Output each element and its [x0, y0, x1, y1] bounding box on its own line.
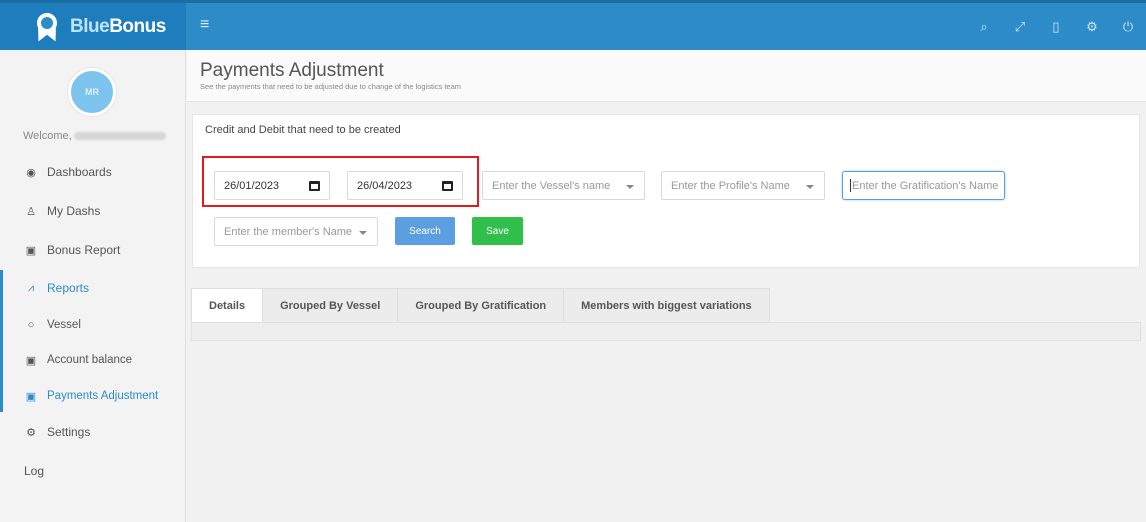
- profile-select[interactable]: Enter the Profile's Name: [661, 171, 825, 200]
- member-select[interactable]: Enter the member's Name: [214, 217, 378, 246]
- tab-grouped-by-gratification[interactable]: Grouped By Gratification: [398, 288, 565, 323]
- date-to-input[interactable]: 26/04/2023: [347, 171, 463, 200]
- page-header: Payments Adjustment See the payments tha…: [187, 50, 1146, 102]
- brand[interactable]: BlueBonus: [0, 3, 186, 50]
- tab-details[interactable]: Details: [191, 288, 264, 323]
- calendar-icon[interactable]: [442, 181, 453, 191]
- caret-down-icon: [806, 185, 814, 189]
- page-title: Payments Adjustment: [200, 60, 384, 81]
- text-cursor: [850, 179, 851, 192]
- date-from-input[interactable]: 26/01/2023: [214, 171, 330, 200]
- tab-content-panel: [191, 322, 1141, 341]
- cogs-icon[interactable]: ⚙: [1084, 19, 1100, 35]
- mobile-icon[interactable]: ▯: [1048, 19, 1064, 35]
- sidebar-item-bonus-report[interactable]: ▣ Bonus Report: [0, 233, 186, 267]
- gratification-input[interactable]: Enter the Gratification's Name: [842, 171, 1005, 200]
- search-icon[interactable]: ⌕: [976, 19, 992, 35]
- power-icon[interactable]: ⏻: [1120, 19, 1136, 35]
- line-chart-icon: ⩘: [27, 281, 35, 294]
- calendar-icon[interactable]: [309, 181, 320, 191]
- sidebar-item-dashboards[interactable]: ◉ Dashboards: [0, 155, 186, 189]
- welcome-text: Welcome,: [23, 130, 166, 142]
- sidebar-subitem-account-balance[interactable]: ▣ Account balance: [0, 343, 186, 377]
- report-tabs: Details Grouped By Vessel Grouped By Gra…: [191, 288, 770, 323]
- sidebar: MR Welcome, ◉ Dashboards ♙ My Dashs ▣ Bo…: [0, 50, 186, 522]
- money-icon: ▣: [25, 354, 37, 367]
- search-button[interactable]: Search: [395, 217, 455, 245]
- filter-card: Credit and Debit that need to be created…: [192, 114, 1140, 268]
- sidebar-subitem-vessel[interactable]: ○ Vessel: [0, 308, 186, 342]
- save-button[interactable]: Save: [472, 217, 523, 245]
- redacted-username: [73, 132, 166, 141]
- top-bar: BlueBonus ≡ ⌕ ⤢ ▯ ⚙ ⏻: [0, 0, 1146, 50]
- expand-icon[interactable]: ⤢: [1012, 19, 1028, 35]
- sidebar-item-settings[interactable]: ⚙ Settings: [0, 415, 186, 449]
- caret-down-icon: [359, 231, 367, 235]
- filter-section-title: Credit and Debit that need to be created: [205, 124, 401, 136]
- tachometer-icon: ◉: [26, 166, 36, 179]
- page-subtitle: See the payments that need to be adjuste…: [200, 82, 462, 91]
- sidebar-subitem-payments-adjustment[interactable]: ▣ Payments Adjustment: [0, 379, 186, 413]
- caret-down-icon: [626, 185, 634, 189]
- user-icon: ♙: [26, 205, 36, 218]
- sidebar-item-reports[interactable]: ⩘ Reports: [0, 271, 186, 305]
- circle-icon: ○: [27, 319, 35, 331]
- vessel-select[interactable]: Enter the Vessel's name: [482, 171, 645, 200]
- cogs-icon: ⚙: [26, 426, 36, 439]
- sidebar-item-log[interactable]: Log: [0, 454, 186, 488]
- brand-name: BlueBonus: [70, 15, 166, 37]
- sidebar-item-my-dashs[interactable]: ♙ My Dashs: [0, 194, 186, 228]
- hamburger-icon[interactable]: ≡: [200, 16, 209, 34]
- money-icon: ▣: [25, 244, 37, 257]
- money-icon: ▣: [25, 390, 37, 403]
- avatar[interactable]: MR: [68, 68, 116, 116]
- tab-grouped-by-vessel[interactable]: Grouped By Vessel: [263, 288, 399, 323]
- award-logo-icon: [32, 12, 62, 44]
- tab-members-biggest-variations[interactable]: Members with biggest variations: [564, 288, 770, 323]
